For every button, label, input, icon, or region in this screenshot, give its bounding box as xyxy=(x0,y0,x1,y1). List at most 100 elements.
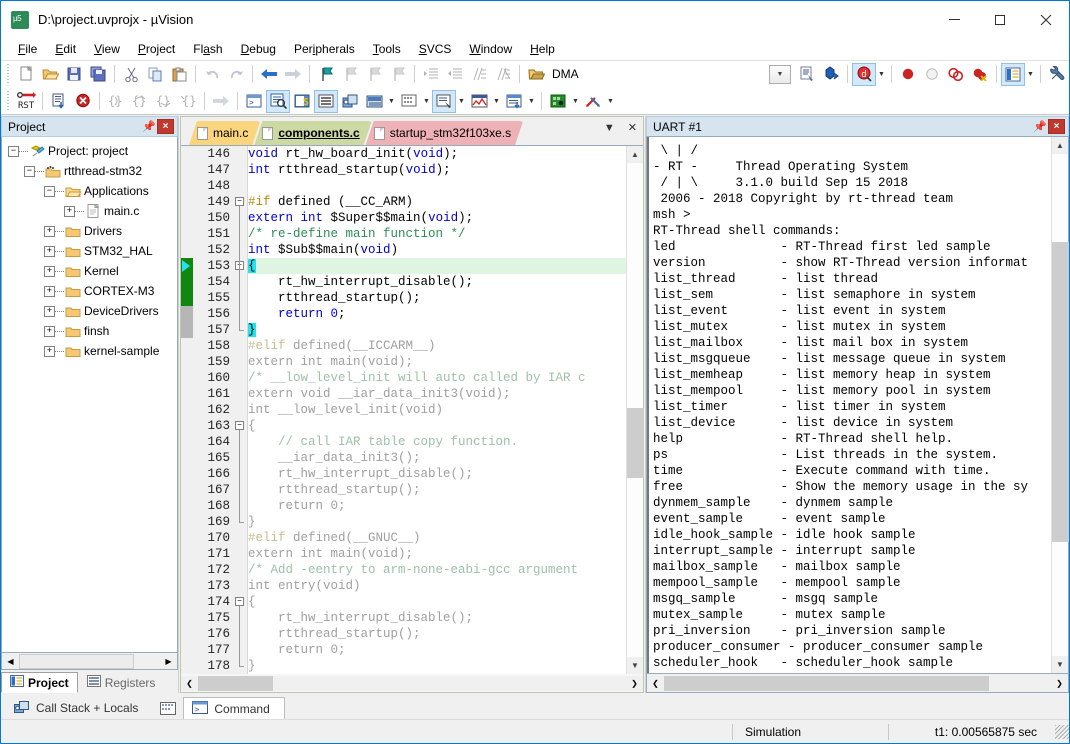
scroll-thumb[interactable] xyxy=(198,676,273,691)
serial-dropdown-arrow[interactable]: ▼ xyxy=(456,90,467,113)
serial-window-icon[interactable] xyxy=(432,90,456,113)
navigate-back-icon[interactable] xyxy=(257,63,281,86)
scroll-up-icon[interactable]: ▲ xyxy=(1052,137,1068,154)
scroll-right-icon[interactable]: ▶ xyxy=(160,654,177,669)
uart-output-body[interactable]: \ | /- RT - Thread Operating System / | … xyxy=(646,136,1069,674)
open-folder-icon[interactable] xyxy=(524,63,548,86)
code-line[interactable]: rt_hw_interrupt_disable(); xyxy=(248,466,626,482)
editor-vscrollbar[interactable]: ▲ ▼ xyxy=(626,146,643,674)
tab-call-stack-locals[interactable]: Call Stack + Locals xyxy=(5,697,153,719)
comment-icon[interactable] xyxy=(467,63,491,86)
editor-hscrollbar[interactable]: ❮ ❯ xyxy=(181,674,643,692)
code-line[interactable]: } xyxy=(248,514,626,530)
tree-item-kernel-sample[interactable]: + kernel-sample xyxy=(2,341,177,361)
code-line[interactable]: } xyxy=(248,658,626,674)
code-line[interactable]: { xyxy=(248,418,626,434)
breakpoint-kill-all-icon[interactable] xyxy=(968,63,992,86)
expander-icon[interactable]: + xyxy=(44,266,55,277)
bookmark-toggle-icon[interactable] xyxy=(314,63,338,86)
show-next-statement-icon[interactable] xyxy=(209,90,233,113)
window-layout-icon[interactable] xyxy=(1001,63,1025,86)
menu-project[interactable]: Project xyxy=(129,39,184,59)
minimize-button[interactable] xyxy=(931,1,977,38)
cut-icon[interactable] xyxy=(119,63,143,86)
fold-collapse-icon[interactable]: − xyxy=(235,197,244,206)
breakpoint-disable-icon[interactable] xyxy=(920,63,944,86)
code-line[interactable]: int entry(void) xyxy=(248,578,626,594)
menu-debug[interactable]: Debug xyxy=(232,39,285,59)
tree-item-applications[interactable]: − Applications xyxy=(2,181,177,201)
project-tree[interactable]: − Project: project − rtthread-stm32 xyxy=(1,136,178,653)
code-line[interactable]: extern int main(void); xyxy=(248,354,626,370)
configure-icon[interactable] xyxy=(795,63,819,86)
code-line[interactable]: /* Add -eentry to arm-none-eabi-gcc argu… xyxy=(248,562,626,578)
analysis-window-icon[interactable] xyxy=(467,90,491,113)
code-line[interactable]: } xyxy=(248,322,626,338)
code-line[interactable]: extern void __iar_data_init3(void); xyxy=(248,386,626,402)
code-line[interactable]: #elif defined(__GNUC__) xyxy=(248,530,626,546)
expander-icon[interactable]: + xyxy=(44,326,55,337)
chevron-down-icon[interactable]: ▼ xyxy=(602,122,617,134)
save-all-icon[interactable] xyxy=(86,63,110,86)
step-into-icon[interactable]: {} xyxy=(104,90,128,113)
expander-icon[interactable]: − xyxy=(8,146,19,157)
expander-icon[interactable]: + xyxy=(44,286,55,297)
scroll-thumb[interactable] xyxy=(627,408,644,478)
scroll-track[interactable] xyxy=(198,676,626,691)
tree-item-stm32-hal[interactable]: + STM32_HAL xyxy=(2,241,177,261)
code-line[interactable]: rt_hw_interrupt_disable(); xyxy=(248,274,626,290)
bookmark-prev-icon[interactable] xyxy=(338,63,362,86)
breakpoint-icon[interactable] xyxy=(896,63,920,86)
tree-item-cortex-m3[interactable]: + CORTEX-M3 xyxy=(2,281,177,301)
code-line[interactable]: __iar_data_init3(); xyxy=(248,450,626,466)
resize-grip-icon[interactable] xyxy=(1055,725,1069,739)
tree-item-project[interactable]: − Project: project xyxy=(2,141,177,161)
layout-dropdown-arrow[interactable]: ▼ xyxy=(1025,63,1036,86)
new-file-icon[interactable] xyxy=(14,63,38,86)
disassembly-window-icon[interactable] xyxy=(266,90,290,113)
code-line[interactable]: void rt_hw_board_init(void); xyxy=(248,146,626,162)
expander-icon[interactable]: + xyxy=(44,346,55,357)
navigate-forward-icon[interactable] xyxy=(281,63,305,86)
code-line[interactable]: int rtthread_startup(void); xyxy=(248,162,626,178)
maximize-button[interactable] xyxy=(977,1,1023,38)
expander-icon[interactable]: − xyxy=(24,166,35,177)
debug-dropdown-arrow[interactable]: ▼ xyxy=(876,63,887,86)
code-line[interactable]: // call IAR table copy function. xyxy=(248,434,626,450)
menu-file[interactable]: File xyxy=(9,39,46,59)
redo-icon[interactable] xyxy=(224,63,248,86)
editor-tab-components-c[interactable]: components.c xyxy=(254,121,371,145)
menu-help[interactable]: Help xyxy=(521,39,564,59)
code-line[interactable]: /* re-define main function */ xyxy=(248,226,626,242)
close-icon[interactable]: × xyxy=(157,119,174,134)
menu-edit[interactable]: Edit xyxy=(46,39,85,59)
tab-command[interactable]: >_ Command xyxy=(183,697,284,719)
trace-dropdown-arrow[interactable]: ▼ xyxy=(526,90,537,113)
code-line[interactable]: rt_hw_interrupt_disable(); xyxy=(248,610,626,626)
fold-collapse-icon[interactable]: − xyxy=(235,597,244,606)
scroll-down-icon[interactable]: ▼ xyxy=(627,657,643,674)
symbols-window-icon[interactable]: S xyxy=(290,90,314,113)
code-line[interactable]: #if defined (__CC_ARM) xyxy=(248,194,626,210)
scroll-right-icon[interactable]: ❯ xyxy=(1051,676,1068,691)
code-line[interactable]: return 0; xyxy=(248,306,626,322)
code-line[interactable] xyxy=(248,178,626,194)
code-line[interactable]: /* __low_level_init will auto called by … xyxy=(248,370,626,386)
toolbar-grip[interactable] xyxy=(5,91,12,111)
uncomment-icon[interactable] xyxy=(491,63,515,86)
scroll-track[interactable] xyxy=(664,676,1051,691)
step-over-icon[interactable]: {} xyxy=(128,90,152,113)
manage-components-icon[interactable] xyxy=(819,63,843,86)
code-line[interactable]: rtthread_startup(); xyxy=(248,626,626,642)
command-window-icon[interactable]: >_ xyxy=(242,90,266,113)
indent-icon[interactable] xyxy=(419,63,443,86)
tree-item-target[interactable]: − rtthread-stm32 xyxy=(2,161,177,181)
code-line[interactable]: return 0; xyxy=(248,642,626,658)
wrench-icon[interactable] xyxy=(1045,63,1069,86)
scroll-left-icon[interactable]: ❮ xyxy=(181,676,198,691)
call-stack-icon[interactable] xyxy=(338,90,362,113)
undo-icon[interactable] xyxy=(200,63,224,86)
reset-cpu-icon[interactable]: RST xyxy=(14,90,38,113)
code-line[interactable]: rtthread_startup(); xyxy=(248,482,626,498)
close-icon[interactable]: ✕ xyxy=(626,121,639,134)
